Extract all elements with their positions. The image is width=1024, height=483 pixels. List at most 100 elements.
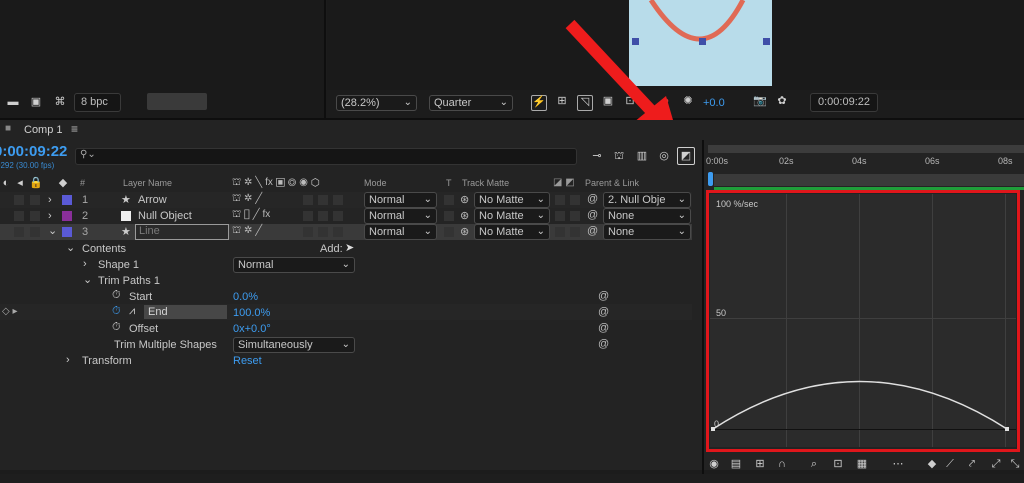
folder-icon[interactable]: ▬: [6, 96, 20, 108]
graph-icon[interactable]: ⩘: [129, 305, 135, 318]
expression-pickwhip-icon[interactable]: @: [598, 322, 609, 334]
label-color[interactable]: [62, 195, 72, 205]
fit-all-icon[interactable]: ⊡: [830, 458, 846, 470]
graph-type-icon[interactable]: ▤: [728, 458, 744, 470]
expand-chevron-icon[interactable]: ›: [48, 210, 52, 222]
track-matte-dropdown[interactable]: No Matte ⌄: [474, 224, 550, 240]
path-vertex[interactable]: [763, 38, 770, 45]
exposure-value[interactable]: +0.0: [703, 97, 725, 109]
linear-keyframe-icon[interactable]: ⟋: [942, 458, 958, 470]
mode-dropdown[interactable]: Normal ⌄: [364, 208, 437, 224]
collapse-chevron-icon[interactable]: ⌄: [83, 273, 92, 286]
layer-row[interactable]: › 2 Null Object ⛫ ▯ ╱ fx Normal ⌄ ⊛ No Ma…: [0, 208, 692, 224]
work-area-bar[interactable]: [708, 145, 1024, 153]
shy-icon[interactable]: ⛫: [611, 150, 627, 162]
expand-chevron-icon[interactable]: ›: [48, 194, 52, 206]
switch-box[interactable]: [303, 227, 313, 237]
stopwatch-icon[interactable]: ⏱: [112, 289, 121, 302]
switch-box[interactable]: [555, 211, 565, 221]
easy-ease-out-icon[interactable]: ⤡: [1008, 458, 1022, 470]
col-layer-name[interactable]: Layer Name: [123, 178, 172, 188]
switch-box[interactable]: [318, 211, 328, 221]
track-matte-dropdown[interactable]: No Matte ⌄: [474, 192, 550, 208]
expand-chevron-icon[interactable]: ›: [83, 258, 87, 270]
add-button-icon[interactable]: ➤: [345, 241, 354, 254]
hold-keyframe-icon[interactable]: ◆: [924, 458, 940, 470]
switch-box[interactable]: [570, 211, 580, 221]
track-matte-dropdown[interactable]: No Matte ⌄: [474, 208, 550, 224]
expression-pickwhip-icon[interactable]: @: [598, 338, 609, 350]
mode-dropdown[interactable]: Normal ⌄: [364, 224, 437, 240]
lock-switch[interactable]: [30, 211, 40, 221]
switch-box[interactable]: [333, 227, 343, 237]
layer-switches[interactable]: ⛫ ▯ ╱ fx: [232, 209, 270, 222]
reset-link[interactable]: Reset: [233, 355, 262, 367]
fit-selection-icon[interactable]: ⌕: [806, 458, 822, 470]
shape1-blend-dropdown[interactable]: Normal ⌄: [233, 257, 355, 273]
layer-row-selected[interactable]: ⌄ 3 ★ Line ⛫ ✲ ╱ Normal ⌄ ⊛ No Matte ⌄ @ N…: [0, 224, 692, 240]
path-vertex[interactable]: [699, 38, 706, 45]
parent-pickwhip-icon[interactable]: @: [587, 209, 598, 221]
current-time[interactable]: 0:00:09:22: [0, 143, 67, 160]
switch-box[interactable]: [555, 195, 565, 205]
preserve-transparency[interactable]: [444, 211, 454, 221]
transform-box-icon[interactable]: ⊞: [752, 458, 768, 470]
stopwatch-active-icon[interactable]: ⏱: [112, 305, 121, 318]
preserve-transparency[interactable]: [444, 227, 454, 237]
layer-switches[interactable]: ⛫ ✲ ╱: [232, 225, 262, 238]
expression-pickwhip-icon[interactable]: @: [598, 290, 609, 302]
parent-pickwhip-icon[interactable]: @: [587, 225, 598, 237]
label-color[interactable]: [62, 211, 72, 221]
switch-box[interactable]: [570, 227, 580, 237]
offset-value[interactable]: 0x+0.0°: [233, 323, 271, 335]
frame-blending-icon[interactable]: ▥: [634, 150, 650, 162]
preserve-transparency[interactable]: [444, 195, 454, 205]
easy-ease-icon[interactable]: ⤢: [988, 458, 1004, 470]
time-ruler[interactable]: 0:00s 02s 04s 06s 08s: [706, 154, 1024, 174]
graph-editor-icon[interactable]: ◩: [677, 147, 695, 165]
fast-preview-icon[interactable]: ⚡: [531, 95, 547, 111]
collapse-chevron-icon[interactable]: ⌄: [48, 224, 57, 237]
separate-dimensions-icon[interactable]: ▦: [854, 458, 870, 470]
playhead[interactable]: [708, 172, 713, 186]
eye-icon[interactable]: ◉: [706, 458, 722, 470]
switch-box[interactable]: [318, 195, 328, 205]
auto-bezier-icon[interactable]: ⤤: [964, 458, 980, 470]
stopwatch-icon[interactable]: ⏱: [112, 321, 121, 334]
layer-switches[interactable]: ⛫ ✲ ╱: [232, 193, 262, 206]
expand-chevron-icon[interactable]: ›: [66, 354, 70, 366]
timeline-navigator[interactable]: [714, 174, 1024, 186]
mode-dropdown[interactable]: Normal ⌄: [364, 192, 437, 208]
switch-box[interactable]: [303, 211, 313, 221]
matte-pickwhip-icon[interactable]: ⊛: [460, 193, 469, 206]
parent-dropdown[interactable]: 2. Null Obje ⌄: [603, 192, 691, 208]
show-snapshot-icon[interactable]: ✿: [775, 95, 789, 107]
video-switch[interactable]: [14, 195, 24, 205]
parent-pickwhip-icon[interactable]: @: [587, 193, 598, 205]
collapse-chevron-icon[interactable]: ⌄: [66, 241, 75, 254]
switch-box[interactable]: [318, 227, 328, 237]
snap-icon[interactable]: ∩: [774, 458, 790, 470]
layer-row[interactable]: › 1 ★ Arrow ⛫ ✲ ╱ Normal ⌄ ⊛ No Matte ⌄ @ …: [0, 192, 692, 208]
switch-box[interactable]: [333, 211, 343, 221]
video-switch[interactable]: [14, 227, 24, 237]
expression-pickwhip-icon[interactable]: @: [598, 306, 609, 318]
matte-pickwhip-icon[interactable]: ⊛: [460, 225, 469, 238]
trim-multiple-dropdown[interactable]: Simultaneously ⌄: [233, 337, 355, 353]
comp-tab[interactable]: ■ Comp 1 ≡: [0, 121, 100, 139]
switch-box[interactable]: [303, 195, 313, 205]
edit-keyframe-icon[interactable]: ⋯: [890, 458, 906, 470]
video-switch[interactable]: [14, 211, 24, 221]
switch-box[interactable]: [555, 227, 565, 237]
viewer-timecode[interactable]: 0:00:09:22: [810, 93, 878, 112]
draft-3d-icon[interactable]: ⊸: [589, 150, 605, 162]
bit-depth-button[interactable]: 8 bpc: [74, 93, 121, 112]
start-value[interactable]: 0.0%: [233, 291, 258, 303]
zoom-dropdown[interactable]: (28.2%) ⌄: [336, 95, 417, 111]
switch-box[interactable]: [333, 195, 343, 205]
parent-dropdown[interactable]: None ⌄: [603, 208, 691, 224]
search-input[interactable]: ⚲⌄: [75, 148, 577, 165]
layer-name-edit[interactable]: Line: [135, 224, 229, 240]
layer-name[interactable]: Arrow: [138, 194, 167, 206]
end-value[interactable]: 100.0%: [233, 307, 270, 319]
